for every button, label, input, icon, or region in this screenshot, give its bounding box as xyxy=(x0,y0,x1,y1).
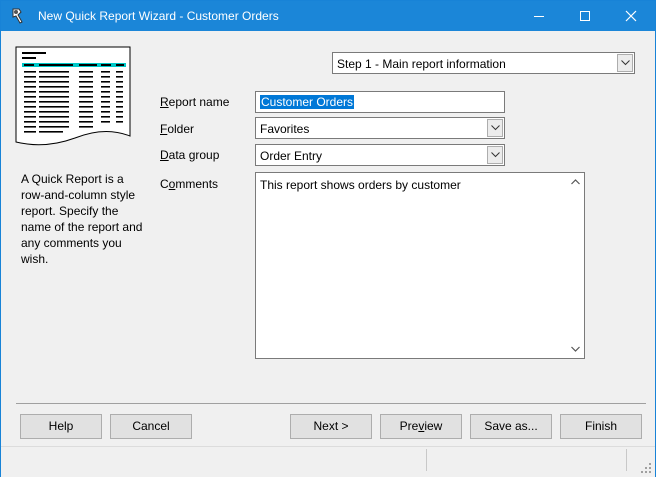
folder-dropdown-button[interactable] xyxy=(487,119,503,137)
close-icon xyxy=(625,10,637,22)
minimize-icon xyxy=(534,16,544,17)
status-pane-divider xyxy=(626,449,627,471)
data-group-select-value: Order Entry xyxy=(260,149,323,163)
help-button[interactable]: Help xyxy=(20,414,102,439)
data-group-select[interactable]: Order Entry xyxy=(255,144,505,166)
folder-label: Folder xyxy=(160,122,195,136)
wizard-description: A Quick Report is a row-and-column style… xyxy=(21,172,143,266)
folder-select[interactable]: Favorites xyxy=(255,117,505,139)
close-button[interactable] xyxy=(608,1,654,31)
comments-label: Comments xyxy=(160,177,219,191)
chevron-down-icon xyxy=(621,60,630,66)
report-preview-thumbnail xyxy=(15,46,131,146)
save-as-button[interactable]: Save as... xyxy=(470,414,552,439)
title-bar[interactable]: New Quick Report Wizard - Customer Order… xyxy=(1,1,655,31)
comments-scrollbar[interactable] xyxy=(567,173,584,358)
comments-value: This report shows orders by customer xyxy=(260,178,461,192)
folder-select-value: Favorites xyxy=(260,122,310,136)
preview-button[interactable]: Preview xyxy=(380,414,462,439)
maximize-button[interactable] xyxy=(562,1,608,31)
status-pane-divider xyxy=(426,449,427,471)
scroll-down-arrow-icon[interactable] xyxy=(571,346,580,352)
scroll-up-arrow-icon[interactable] xyxy=(571,179,580,185)
step-select-value: Step 1 - Main report information xyxy=(337,57,506,71)
step-select[interactable]: Step 1 - Main report information xyxy=(332,52,635,74)
report-name-label: Report name xyxy=(160,95,230,109)
resize-grip-icon[interactable] xyxy=(640,462,652,474)
chevron-down-icon xyxy=(491,152,500,158)
chevron-down-icon xyxy=(491,125,500,131)
data-group-dropdown-button[interactable] xyxy=(487,146,503,164)
data-group-label: Data group xyxy=(160,148,220,162)
button-separator xyxy=(16,403,646,404)
wizard-window: New Quick Report Wizard - Customer Order… xyxy=(0,0,656,477)
report-name-value: Customer Orders xyxy=(260,95,355,109)
next-button[interactable]: Next > xyxy=(290,414,372,439)
minimize-button[interactable] xyxy=(516,1,562,31)
app-icon xyxy=(12,8,23,24)
report-name-input[interactable]: Customer Orders xyxy=(255,91,505,113)
maximize-icon xyxy=(580,11,590,21)
step-select-dropdown-button[interactable] xyxy=(617,54,633,72)
window-title: New Quick Report Wizard - Customer Order… xyxy=(38,9,279,23)
finish-button[interactable]: Finish xyxy=(560,414,642,439)
cancel-button[interactable]: Cancel xyxy=(110,414,192,439)
comments-textarea[interactable]: This report shows orders by customer xyxy=(255,172,585,359)
status-bar xyxy=(1,446,655,477)
